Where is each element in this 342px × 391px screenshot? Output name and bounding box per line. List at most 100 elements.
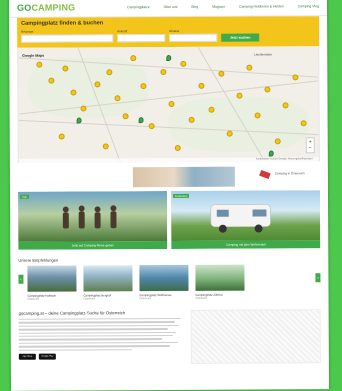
campsite-pin[interactable] — [168, 100, 175, 108]
carousel-image — [27, 265, 77, 292]
carousel-item-subtitle: Österreich — [83, 297, 96, 301]
campsite-pin[interactable] — [264, 86, 271, 93]
search-title: Campingplatz finden & buchen — [21, 20, 104, 27]
carousel-item-subtitle: Österreich — [195, 296, 208, 300]
campsite-pin[interactable] — [218, 70, 225, 77]
carousel-image — [83, 265, 133, 292]
feature-card-image — [17, 191, 168, 242]
carousel-image — [139, 264, 189, 292]
zoom-out-button[interactable]: − — [309, 145, 312, 151]
ad-placeholder — [190, 309, 321, 364]
text-line — [18, 317, 181, 321]
map[interactable]: Google Maps Liechtenstein + − Kartendate… — [17, 46, 320, 163]
campsite-pin[interactable] — [122, 113, 129, 120]
nav-item-about[interactable]: Über uns — [164, 5, 178, 9]
app-store-badge[interactable]: App Store — [18, 353, 36, 360]
feature-card-camper[interactable]: Entdecken Camping mit dem Wohnmobil — [170, 190, 321, 249]
logo-part2: CAMPING — [31, 2, 76, 13]
about-title: gocamping.at – deine Campingplatz-Suche … — [18, 310, 126, 316]
nav-item-vlog[interactable]: Camping Vlog — [298, 4, 319, 8]
campsite-pin[interactable] — [102, 143, 109, 150]
campsite-pin[interactable] — [254, 112, 261, 119]
text-line — [18, 331, 176, 334]
campsite-pin[interactable] — [36, 61, 43, 68]
carousel-item-subtitle: Österreich — [139, 297, 152, 301]
campsite-pin[interactable] — [282, 102, 289, 109]
text-line — [18, 338, 162, 341]
text-line — [18, 321, 175, 324]
carousel-item[interactable]: Campingplatz Wörthersee Österreich — [139, 264, 189, 301]
campsite-pin[interactable] — [246, 64, 253, 71]
destination-input[interactable] — [21, 34, 114, 43]
promo-text[interactable]: Camping in Österreich — [275, 171, 309, 175]
map-label-left: Google Maps — [22, 53, 45, 58]
highlight-pin[interactable] — [76, 117, 82, 124]
nav-item-heroes[interactable]: Camping Heldinnen & Helden — [239, 4, 284, 8]
text-line — [18, 341, 178, 344]
camper-illustration — [210, 204, 271, 233]
campsite-pin[interactable] — [70, 89, 77, 96]
campsite-pin[interactable] — [58, 133, 65, 140]
campsite-pin[interactable] — [198, 82, 205, 89]
campsite-pin[interactable] — [94, 81, 101, 88]
nav-item-magazine[interactable]: Magazin — [212, 5, 225, 9]
carousel-next-button[interactable]: › — [315, 273, 321, 283]
text-line — [18, 324, 180, 327]
highlight-pin[interactable] — [166, 54, 172, 62]
campsite-pin[interactable] — [80, 105, 87, 112]
campsite-pin[interactable] — [160, 69, 167, 76]
carousel-item[interactable]: Campingplatz Berghof Österreich — [83, 265, 133, 301]
carousel-item[interactable]: Campingplatz Zillertal Österreich — [195, 264, 245, 300]
text-line — [18, 334, 173, 338]
campsite-pin[interactable] — [208, 106, 215, 113]
google-play-badge[interactable]: Google Play — [38, 353, 56, 360]
feature-card-label[interactable]: Jetzt auf Camping-Reise gehen — [18, 241, 168, 250]
highlight-pin[interactable] — [138, 117, 144, 124]
carousel-image — [195, 264, 245, 291]
campsite-pin[interactable] — [236, 92, 243, 99]
campsite-pin[interactable] — [226, 130, 233, 137]
logo[interactable]: GOCAMPING — [17, 2, 75, 12]
carousel-item-subtitle: Österreich — [27, 297, 40, 301]
about-text-column: gocamping.at – deine Campingplatz-Suche … — [19, 310, 181, 365]
carousel-item[interactable]: Campingplatz Hallstatt Österreich — [27, 265, 77, 301]
text-line — [18, 328, 168, 331]
feature-card-tag: Entdecken — [172, 193, 190, 198]
arrival-input[interactable] — [117, 34, 166, 43]
campsite-pin[interactable] — [174, 144, 181, 151]
campsite-pin[interactable] — [106, 69, 113, 76]
campsite-pin[interactable] — [148, 123, 155, 130]
search-button[interactable]: Jetzt suchen — [221, 33, 260, 42]
campsite-pin[interactable] — [180, 60, 187, 67]
nav-item-blog[interactable]: Blog — [191, 5, 198, 9]
campsite-pin[interactable] — [274, 138, 281, 145]
campsite-pin[interactable] — [130, 55, 137, 62]
campsite-pin[interactable] — [62, 65, 69, 72]
campsite-pin[interactable] — [48, 77, 55, 84]
carousel-prev-button[interactable]: ‹ — [18, 274, 24, 284]
top-navigation: GOCAMPING Campingplätze Über uns Blog Ma… — [8, 0, 328, 18]
campsite-pin[interactable] — [300, 120, 307, 127]
logo-part1: GO — [16, 2, 32, 13]
destination-field-group: Reiseziel — [21, 29, 114, 43]
main-menu: Campingplätze Über uns Blog Magazin Camp… — [127, 4, 319, 9]
highlight-pin[interactable] — [268, 150, 274, 157]
departure-input[interactable] — [169, 33, 218, 42]
map-region — [28, 57, 149, 118]
people-illustration — [62, 205, 117, 229]
campsite-pin[interactable] — [140, 83, 147, 90]
departure-field-group: Abreise — [169, 28, 218, 42]
text-line — [18, 345, 170, 348]
campsite-pin[interactable] — [114, 95, 121, 102]
screenshot-frame: GOCAMPING Campingplätze Über uns Blog Ma… — [8, 0, 330, 391]
feature-card-travel[interactable]: Tipp Jetzt auf Camping-Reise gehen — [17, 191, 168, 250]
nav-item-camping[interactable]: Campingplätze — [127, 5, 150, 9]
promo-image[interactable] — [132, 166, 235, 188]
recommendations-carousel: ‹ Campingplatz Hallstatt Österreich Camp… — [18, 264, 321, 304]
campsite-pin[interactable] — [292, 74, 299, 81]
campsite-pin[interactable] — [188, 116, 195, 123]
feature-card-label[interactable]: Camping mit dem Wohnmobil — [171, 240, 321, 249]
departure-label: Abreise — [169, 28, 180, 33]
arrival-label: Ankunft — [117, 29, 128, 34]
text-line — [18, 348, 133, 351]
